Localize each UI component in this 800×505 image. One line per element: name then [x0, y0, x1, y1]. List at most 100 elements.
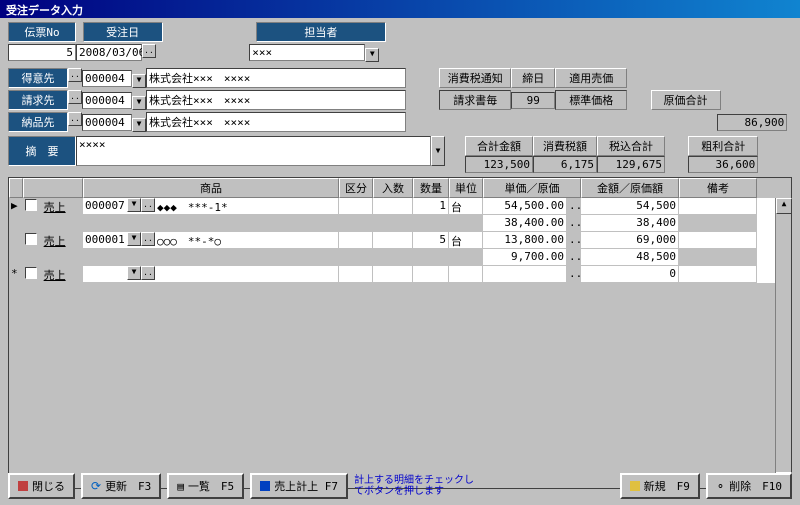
shohin-cell[interactable]: ▼..: [83, 266, 339, 283]
row-type[interactable]: 売上: [23, 266, 83, 283]
col-kingaku: 金額／原価額: [581, 178, 679, 198]
col-biko: 備考: [679, 178, 757, 198]
tani-cell[interactable]: 台: [449, 198, 483, 215]
hint-text: 計上する明細をチェックし てボタンを押します: [354, 475, 474, 497]
kingaku-cell[interactable]: 69,000: [581, 232, 679, 249]
code-dd[interactable]: ▼: [127, 198, 141, 212]
tanka-btn[interactable]: ..: [567, 198, 581, 215]
detail-grid: 商品 区分 入数 数量 単位 単価／原価 金額／原価額 備考 ▶ 売上00000…: [8, 177, 792, 489]
baika-label: 適用売価: [555, 68, 627, 88]
tanka-cell[interactable]: 54,500.00: [483, 198, 567, 215]
nouhin-lookup[interactable]: ..: [68, 112, 82, 126]
irisu-cell[interactable]: [373, 266, 413, 283]
irisu-cell[interactable]: [373, 198, 413, 215]
new-button[interactable]: 新規 F9: [620, 473, 700, 499]
biko-cell[interactable]: [679, 198, 757, 215]
genka-btn[interactable]: ..: [567, 249, 581, 266]
shouhizei-value: 請求書毎: [439, 90, 511, 110]
list-button[interactable]: ▤一覧 F5: [167, 473, 244, 499]
tani-cell[interactable]: [449, 266, 483, 283]
denpyo-label: 伝票No: [8, 22, 76, 42]
genkagaku-cell[interactable]: 48,500: [581, 249, 679, 266]
genka-cell[interactable]: 38,400.00: [483, 215, 567, 232]
tokui-label: 得意先: [8, 68, 68, 88]
code-dd[interactable]: ▼: [127, 232, 141, 246]
denpyo-field[interactable]: 5: [8, 44, 76, 61]
biko-cell[interactable]: [679, 266, 757, 283]
code-lookup[interactable]: ..: [141, 266, 155, 280]
kubun-cell[interactable]: [339, 266, 373, 283]
tanka-btn[interactable]: ..: [567, 232, 581, 249]
tokui-dd[interactable]: ▼: [132, 74, 146, 88]
close-button[interactable]: 閉じる: [8, 473, 75, 499]
seikyu-code[interactable]: 000004: [82, 92, 132, 109]
eraser-icon: ⚬: [716, 480, 725, 493]
nouhin-dd[interactable]: ▼: [132, 118, 146, 132]
tani-cell[interactable]: 台: [449, 232, 483, 249]
irisu-cell[interactable]: [373, 232, 413, 249]
tokui-lookup[interactable]: ..: [68, 68, 82, 82]
genka-cell[interactable]: 9,700.00: [483, 249, 567, 266]
suryo-cell[interactable]: 1: [413, 198, 449, 215]
date-picker-button[interactable]: ..: [142, 44, 156, 58]
kubun-cell[interactable]: [339, 232, 373, 249]
row-marker: ▶: [9, 198, 23, 215]
window-titlebar: 受注データ入力: [0, 0, 800, 18]
shohin-cell[interactable]: 000001▼..○○○ **-*○: [83, 232, 339, 249]
keijou-button[interactable]: 売上計上 F7: [250, 473, 348, 499]
row-checkbox[interactable]: [25, 199, 37, 211]
seikyu-lookup[interactable]: ..: [68, 90, 82, 104]
col-tanka: 単価／原価: [483, 178, 581, 198]
arari-value: 36,600: [688, 156, 758, 173]
tokui-name[interactable]: 株式会社××× ××××: [146, 68, 406, 88]
tokui-code[interactable]: 000004: [82, 70, 132, 87]
genkagaku-cell[interactable]: 38,400: [581, 215, 679, 232]
juchubi-label: 受注日: [83, 22, 163, 42]
tekiyou-dd[interactable]: ▼: [431, 136, 445, 166]
row-type[interactable]: 売上: [23, 198, 83, 215]
genka-value: 86,900: [717, 114, 787, 131]
suryo-cell[interactable]: [413, 266, 449, 283]
vertical-scrollbar[interactable]: ▲ ▼: [775, 198, 791, 488]
col-kubun: 区分: [339, 178, 373, 198]
nouhin-code[interactable]: 000004: [82, 114, 132, 131]
seikyu-label: 請求先: [8, 90, 68, 110]
row-checkbox[interactable]: [25, 233, 37, 245]
tanka-cell[interactable]: [483, 266, 567, 283]
update-button[interactable]: ⟳更新 F3: [81, 473, 161, 499]
delete-button[interactable]: ⚬削除 F10: [706, 473, 792, 499]
row-checkbox[interactable]: [25, 267, 37, 279]
kubun-cell[interactable]: [339, 198, 373, 215]
row-marker: [9, 232, 23, 249]
seikyu-dd[interactable]: ▼: [132, 96, 146, 110]
refresh-icon: ⟳: [91, 479, 101, 493]
kingaku-cell[interactable]: 54,500: [581, 198, 679, 215]
goukei-label: 合計金額: [465, 136, 533, 156]
col-suryo: 数量: [413, 178, 449, 198]
row-marker: *: [9, 266, 23, 283]
scroll-up-button[interactable]: ▲: [776, 198, 792, 214]
row-type[interactable]: 売上: [23, 232, 83, 249]
nouhin-name[interactable]: 株式会社××× ××××: [146, 112, 406, 132]
tekiyou-label: 摘 要: [8, 136, 76, 166]
tanka-btn[interactable]: ..: [567, 266, 581, 283]
list-icon: ▤: [177, 480, 184, 493]
tantou-field[interactable]: ×××: [249, 44, 365, 61]
folder-icon: [630, 481, 640, 491]
kingaku-cell[interactable]: 0: [581, 266, 679, 283]
code-dd[interactable]: ▼: [127, 266, 141, 280]
keijou-icon: [260, 481, 270, 491]
code-lookup[interactable]: ..: [141, 232, 155, 246]
zeikomi-value: 129,675: [597, 156, 665, 173]
tanka-cell[interactable]: 13,800.00: [483, 232, 567, 249]
genka-btn[interactable]: ..: [567, 215, 581, 232]
tekiyou-field[interactable]: ××××: [76, 136, 431, 166]
shohin-cell[interactable]: 000007▼..◆◆◆ ***-1*: [83, 198, 339, 215]
tantou-dropdown[interactable]: ▼: [365, 48, 379, 62]
shouhizei-label: 消費税通知: [439, 68, 511, 88]
biko-cell[interactable]: [679, 232, 757, 249]
code-lookup[interactable]: ..: [141, 198, 155, 212]
juchubi-field[interactable]: 2008/03/06: [76, 44, 142, 61]
suryo-cell[interactable]: 5: [413, 232, 449, 249]
seikyu-name[interactable]: 株式会社××× ××××: [146, 90, 406, 110]
